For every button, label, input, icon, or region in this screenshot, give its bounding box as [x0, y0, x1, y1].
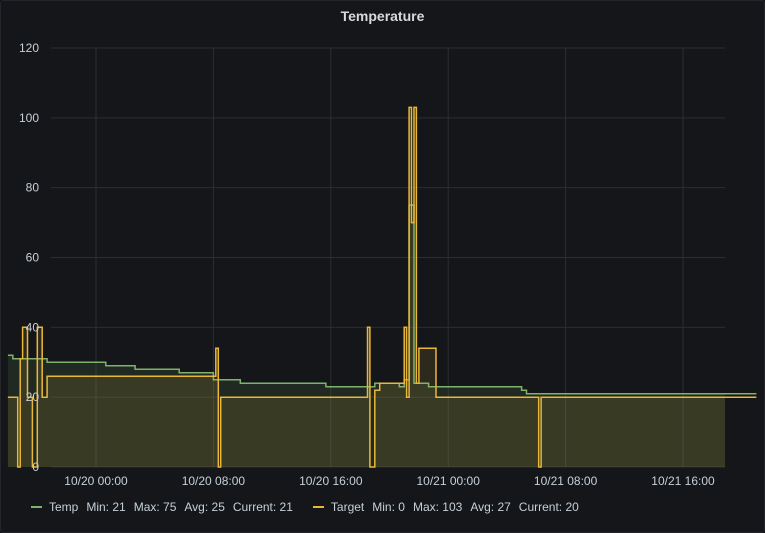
x-tick-label: 10/21 16:00 [651, 474, 715, 488]
x-tick-label: 10/21 00:00 [416, 474, 480, 488]
legend-stat-current: Current: 21 [232, 500, 293, 514]
legend-stat-max: Max: 75 [133, 500, 177, 514]
series-line-temp [7, 204, 757, 395]
y-tick-label: 120 [19, 41, 39, 55]
legend-swatch-temp [31, 506, 42, 508]
x-tick-label: 10/20 16:00 [299, 474, 363, 488]
legend-label-target: Target [330, 500, 365, 514]
y-tick-label: 80 [26, 181, 40, 195]
y-tick-label: 40 [26, 320, 40, 334]
y-tick-label: 60 [26, 251, 40, 265]
series-area-target [7, 107, 757, 468]
temperature-panel: Temperature 0 20 40 60 80 100 120 10/20 00:00 10… [0, 0, 765, 533]
x-tick-label: 10/21 08:00 [534, 474, 598, 488]
temperature-chart: 0 20 40 60 80 100 120 10/20 00:00 10/20 08:00 10/… [7, 41, 757, 488]
x-tick-label: 10/20 00:00 [64, 474, 128, 488]
legend-stat-current: Current: 20 [518, 500, 579, 514]
y-tick-label: 100 [19, 111, 39, 125]
x-tick-label: 10/20 08:00 [182, 474, 246, 488]
legend-stat-max: Max: 103 [412, 500, 463, 514]
legend-item-temp[interactable]: Temp Min: 21 Max: 75 Avg: 25 Current: 21 [31, 500, 293, 514]
legend-label-temp: Temp [49, 500, 79, 514]
legend: Temp Min: 21 Max: 75 Avg: 25 Current: 21… [31, 498, 599, 516]
y-tick-label: 20 [26, 390, 40, 404]
legend-swatch-target [312, 506, 324, 508]
series-layer [7, 106, 757, 468]
legend-stat-min: Min: 21 [86, 500, 126, 514]
legend-stat-min: Min: 0 [372, 500, 405, 514]
legend-stat-avg: Avg: 27 [470, 500, 511, 514]
legend-item-target[interactable]: Target Min: 0 Max: 103 Avg: 27 Current: … [312, 500, 579, 514]
legend-stat-avg: Avg: 25 [184, 500, 225, 514]
y-tick-label: 0 [32, 460, 39, 474]
